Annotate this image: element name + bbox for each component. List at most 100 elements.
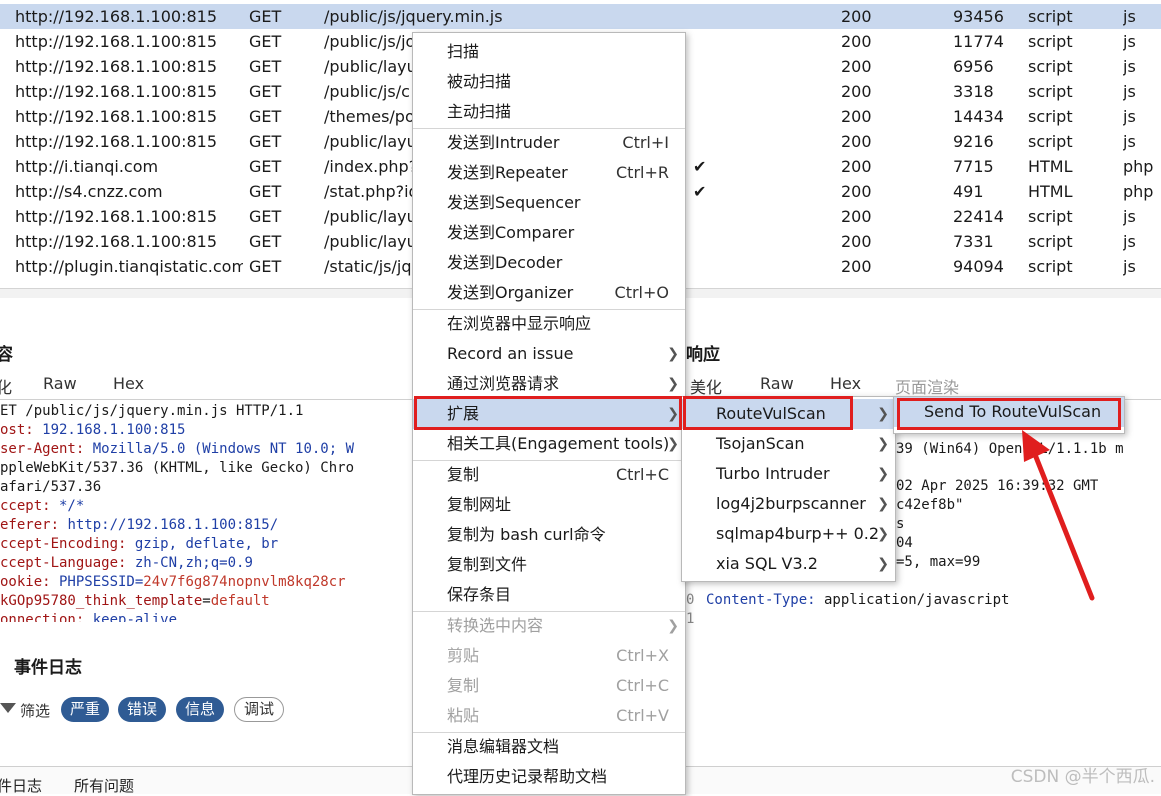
menu-item-label: 发送到Sequencer (447, 193, 581, 212)
request-text: afari/537.36 (0, 479, 102, 495)
context-menu-item-16[interactable]: 复制为 bash curl命令 (413, 520, 685, 550)
request-line: ET /public/js/jquery.min.js HTTP/1.1 (0, 402, 410, 421)
context-menu-item-20[interactable]: 剪贴 Ctrl+X (413, 641, 685, 671)
menu-item-label: Send To RouteVulScan (924, 402, 1102, 421)
chevron-right-icon: ❯ (667, 376, 679, 392)
extensions-menu-item-3[interactable]: log4j2burpscanner ❯ (682, 489, 895, 519)
response-line: c42ef8b" (896, 497, 964, 513)
cell-check: ✔ (693, 182, 707, 201)
context-menu-item-5[interactable]: 发送到Sequencer (413, 188, 685, 218)
cell-length: 11774 (953, 32, 1004, 51)
filter-critical[interactable]: 严重 (61, 697, 110, 722)
menu-item-label: 相关工具(Engagement tools) (447, 434, 670, 453)
menu-item-label: 在浏览器中显示响应 (447, 314, 592, 333)
menu-item-label: 保存条目 (447, 585, 512, 604)
context-menu-item-8[interactable]: 发送到Organizer Ctrl+O (413, 278, 685, 308)
menu-item-label: log4j2burpscanner (716, 494, 866, 513)
context-menu-item-24[interactable]: 代理历史记录帮助文档 (413, 762, 685, 792)
response-tab-render[interactable]: 页面渲染 (895, 374, 959, 398)
menu-item-label: Turbo Intruder (716, 464, 830, 483)
filter-icon[interactable] (0, 703, 16, 713)
menu-item-label: 发送到Organizer (447, 283, 574, 302)
menu-item-label: 转换选中内容 (447, 616, 544, 635)
context-menu-item-7[interactable]: 发送到Decoder (413, 248, 685, 278)
context-menu-item-2[interactable]: 主动扫描 (413, 97, 685, 127)
menu-item-label: 代理历史记录帮助文档 (447, 767, 608, 786)
context-menu-item-1[interactable]: 被动扫描 (413, 67, 685, 97)
header-separator: = (202, 593, 211, 609)
header-value: 192.168.1.100:815 (33, 422, 186, 438)
context-menu-item-14[interactable]: 复制 Ctrl+C (413, 460, 685, 490)
chevron-right-icon: ❯ (667, 346, 679, 362)
context-menu-item-12[interactable]: 扩展 ❯ (413, 399, 685, 429)
menu-item-label: 消息编辑器文档 (447, 737, 560, 756)
cell-mime: script (1028, 132, 1073, 151)
context-menu-item-6[interactable]: 发送到Comparer (413, 218, 685, 248)
context-menu-item-18[interactable]: 保存条目 (413, 580, 685, 610)
context-menu-item-22[interactable]: 粘贴 Ctrl+V (413, 701, 685, 731)
cell-extension: js (1123, 57, 1136, 76)
filter-error[interactable]: 错误 (118, 697, 167, 722)
event-log-title: 事件日志 (14, 658, 82, 678)
extensions-menu-item-0[interactable]: RouteVulScan ❯ (682, 399, 895, 429)
request-tab-divider (0, 399, 412, 400)
chevron-right-icon: ❯ (877, 526, 889, 542)
menu-item-label: 发送到Decoder (447, 253, 563, 272)
routevulscan-submenu: Send To RouteVulScan (893, 396, 1125, 434)
menu-item-shortcut: Ctrl+C (615, 676, 669, 695)
request-line: kGOp95780_think_template=default (0, 592, 410, 611)
chevron-right-icon: ❯ (667, 618, 679, 634)
context-menu-item-21[interactable]: 复制 Ctrl+C (413, 671, 685, 701)
request-line: ost: 192.168.1.100:815 (0, 421, 410, 440)
request-line: eferer: http://192.168.1.100:815/ (0, 516, 410, 535)
context-menu-item-19[interactable]: 转换选中内容 ❯ (413, 611, 685, 641)
extensions-menu-item-5[interactable]: xia SQL V3.2 ❯ (682, 549, 895, 579)
response-tab-pretty[interactable]: 美化 (690, 374, 722, 398)
table-row[interactable]: http://192.168.1.100:815 GET/public/js/jq… (0, 4, 1161, 29)
chevron-right-icon: ❯ (877, 466, 889, 482)
header-key: ost: (0, 422, 34, 438)
cell-length: 94094 (953, 257, 1004, 276)
cell-status: 200 (841, 157, 872, 176)
cell-method: GET (249, 32, 282, 51)
context-menu-item-23[interactable]: 消息编辑器文档 (413, 732, 685, 762)
response-tab-hex[interactable]: Hex (830, 374, 861, 393)
extensions-menu-item-2[interactable]: Turbo Intruder ❯ (682, 459, 895, 489)
context-menu-item-4[interactable]: 发送到Repeater Ctrl+R (413, 158, 685, 188)
cookie-value: default (210, 593, 270, 609)
cell-host: http://192.168.1.100:815 (15, 132, 217, 151)
menu-item-shortcut: Ctrl+V (616, 706, 669, 725)
context-menu-item-15[interactable]: 复制网址 (413, 490, 685, 520)
cell-method: GET (249, 7, 282, 26)
cell-extension: js (1123, 107, 1136, 126)
extensions-menu-item-4[interactable]: sqlmap4burp++ 0.2 ❯ (682, 519, 895, 549)
context-menu-item-17[interactable]: 复制到文件 (413, 550, 685, 580)
cell-length: 22414 (953, 207, 1004, 226)
routevulscan-menu-item-0[interactable]: Send To RouteVulScan (894, 397, 1124, 427)
extensions-menu-item-1[interactable]: TsojanScan ❯ (682, 429, 895, 459)
request-tab-hex[interactable]: Hex (113, 374, 144, 393)
header-key: ccept: (0, 498, 51, 514)
response-tab-raw[interactable]: Raw (760, 374, 794, 393)
chevron-right-icon: ❯ (667, 436, 679, 452)
filter-debug[interactable]: 调试 (234, 697, 285, 722)
cell-host: http://192.168.1.100:815 (15, 232, 217, 251)
context-menu-item-3[interactable]: 发送到Intruder Ctrl+I (413, 128, 685, 158)
context-menu-item-11[interactable]: 通过浏览器请求 ❯ (413, 369, 685, 399)
watermark: CSDN @半个西瓜. (1010, 767, 1155, 787)
cookie-value: 24v7f6g874nopnvlm8kq28cr (143, 574, 346, 590)
context-menu-item-13[interactable]: 相关工具(Engagement tools) ❯ (413, 429, 685, 459)
request-tab-raw[interactable]: Raw (43, 374, 77, 393)
context-menu: 扫描 被动扫描 主动扫描 发送到Intruder Ctrl+I 发送到Repeater Ct… (412, 32, 686, 795)
context-menu-item-0[interactable]: 扫描 (413, 37, 685, 67)
request-editor[interactable]: ET /public/js/jquery.min.js HTTP/1.1 ost:… (0, 402, 412, 622)
menu-item-label: 通过浏览器请求 (447, 374, 560, 393)
context-menu-item-9[interactable]: 在浏览器中显示响应 (413, 309, 685, 339)
header-key: ser-Agent: (0, 441, 85, 457)
context-menu-item-10[interactable]: Record an issue ❯ (413, 339, 685, 369)
request-line: ppleWebKit/537.36 (KHTML, like Gecko) Ch… (0, 459, 410, 478)
filter-info[interactable]: 信息 (176, 697, 225, 722)
request-tab-pretty[interactable]: 化 (0, 374, 12, 398)
request-line: ccept: */* (0, 497, 410, 516)
menu-item-label: 复制 (447, 676, 480, 695)
